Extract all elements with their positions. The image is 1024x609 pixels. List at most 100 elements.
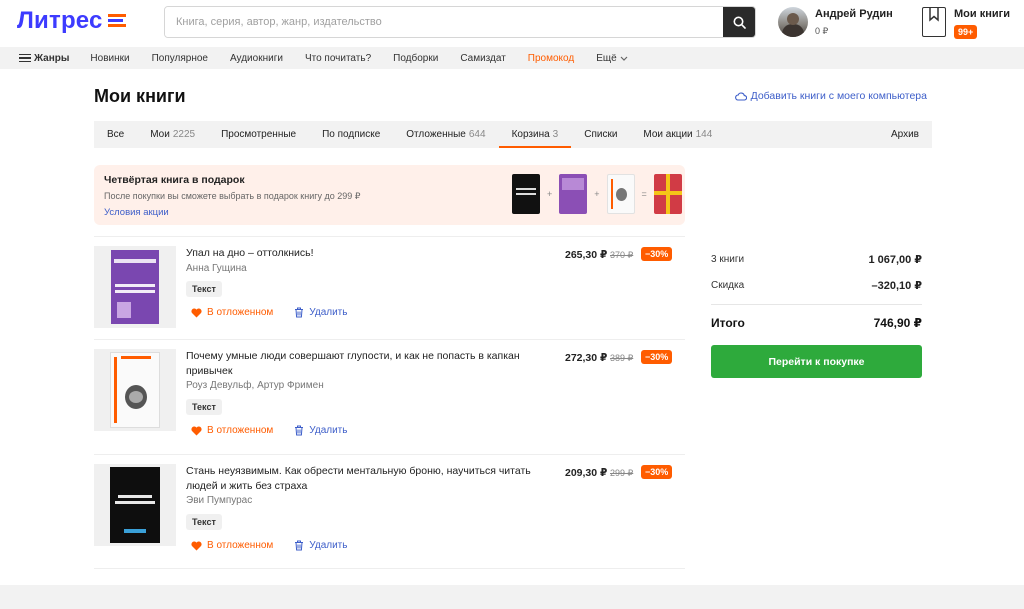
nav-item-new[interactable]: Новинки: [90, 53, 129, 64]
promo-book-cover: [606, 174, 635, 214]
format-tag: Текст: [186, 281, 222, 297]
tab-count: 3: [552, 129, 559, 140]
book-cover[interactable]: [94, 349, 176, 431]
book-cover-art: [111, 250, 159, 324]
book-cover-art: [110, 467, 160, 543]
nav-item-samizdat[interactable]: Самиздат: [460, 53, 505, 64]
tab-subscription[interactable]: По подписке: [309, 121, 393, 148]
litres-logo[interactable]: Литрес: [17, 9, 126, 33]
postponed-label: В отложенном: [207, 307, 274, 318]
tab-label: По подписке: [322, 129, 381, 140]
delete-label: Удалить: [309, 307, 348, 318]
plus-sign: +: [594, 189, 600, 199]
avatar[interactable]: [778, 7, 808, 37]
search-bar: [164, 6, 756, 38]
postponed-label: В отложенном: [207, 540, 274, 551]
menu-icon: [19, 53, 31, 63]
tabs-bar: Все Мои 2225 Просмотренные По подписке От…: [94, 121, 932, 148]
tab-count: 644: [468, 129, 486, 140]
format-tag: Текст: [186, 514, 222, 530]
cart-item: Стань неуязвимым. Как обрести ментальную…: [94, 464, 685, 569]
discount-badge: −30%: [641, 465, 673, 479]
summary-count-value: 1 067,00 ₽: [868, 253, 922, 266]
tab-cart[interactable]: Корзина 3: [498, 121, 572, 148]
checkout-button[interactable]: Перейти к покупке: [711, 345, 922, 378]
postponed-button[interactable]: В отложенном: [191, 540, 273, 551]
format-tag: Текст: [186, 399, 222, 415]
old-price: 370 ₽: [610, 250, 634, 260]
promo-title: Четвёртая книга в подарок: [104, 174, 245, 186]
item-actions: В отложенном Удалить: [191, 307, 347, 318]
book-cover[interactable]: [94, 464, 176, 546]
summary-total-row: Итого 746,90 ₽: [711, 310, 922, 336]
tab-viewed[interactable]: Просмотренные: [208, 121, 309, 148]
book-author[interactable]: Анна Гущина: [186, 263, 247, 274]
add-books-link[interactable]: Добавить книги с моего компьютера: [734, 90, 927, 102]
add-books-label: Добавить книги с моего компьютера: [750, 90, 927, 102]
cart-item: Почему умные люди совершают глупости, и …: [94, 349, 685, 455]
nav-genres[interactable]: Жанры: [19, 53, 69, 64]
heart-icon: [191, 540, 202, 550]
tab-archive[interactable]: Архив: [878, 121, 932, 148]
trash-icon: [295, 425, 304, 436]
tab-my-promotions[interactable]: Мои акции 144: [630, 121, 725, 148]
my-books-header-link[interactable]: Мои книги 99+: [922, 7, 1010, 40]
delete-button[interactable]: Удалить: [294, 540, 347, 551]
price: 272,30 ₽: [565, 352, 608, 364]
book-author[interactable]: Роуз Девульф, Артур Фримен: [186, 380, 324, 391]
summary-discount-label: Скидка: [711, 279, 745, 291]
item-actions: В отложенном Удалить: [191, 540, 347, 551]
divider: [94, 339, 685, 340]
trash-icon: [295, 307, 304, 318]
promo-terms-link[interactable]: Условия акции: [104, 207, 169, 218]
book-author[interactable]: Эви Пумпурас: [186, 495, 252, 506]
nav-item-what-to-read[interactable]: Что почитать?: [305, 53, 371, 64]
summary-discount-row: Скидка –320,10 ₽: [711, 272, 922, 298]
delete-button[interactable]: Удалить: [294, 307, 347, 318]
my-books-label: Мои книги: [954, 8, 1010, 20]
promo-books: + + =: [512, 174, 682, 214]
tab-mine[interactable]: Мои 2225: [137, 121, 208, 148]
search-input[interactable]: [165, 7, 723, 37]
delete-button[interactable]: Удалить: [294, 425, 347, 436]
promo-subtitle: После покупки вы сможете выбрать в подар…: [104, 191, 361, 201]
main-nav: Жанры Новинки Популярное Аудиокниги Что …: [0, 47, 1024, 69]
summary-total-value: 746,90 ₽: [873, 316, 922, 330]
book-title[interactable]: Почему умные люди совершают глупости, и …: [186, 349, 534, 379]
heart-icon: [191, 307, 202, 317]
logo-text: Литрес: [17, 7, 103, 34]
trash-icon: [295, 540, 304, 551]
tab-label: Списки: [584, 129, 618, 140]
discount-badge: −30%: [641, 350, 673, 364]
tab-postponed[interactable]: Отложенные 644: [393, 121, 498, 148]
delete-label: Удалить: [309, 540, 348, 551]
promo-book-cover: [512, 174, 540, 214]
tab-count: 2225: [172, 129, 196, 140]
cart-item: Упал на дно – оттолкнись! Анна Гущина Те…: [94, 246, 685, 340]
postponed-button[interactable]: В отложенном: [191, 307, 273, 318]
summary-discount-value: –320,10 ₽: [871, 279, 922, 292]
nav-item-audiobooks[interactable]: Аудиокниги: [230, 53, 283, 64]
promo-book-cover: [559, 174, 588, 214]
delete-label: Удалить: [309, 425, 348, 436]
book-title[interactable]: Упал на дно – оттолкнись!: [186, 246, 534, 261]
user-profile[interactable]: Андрей Рудин 0 ₽: [778, 7, 893, 37]
nav-more-label: Ещё: [596, 52, 617, 64]
header: Литрес Андрей Рудин 0 ₽ Мои книги 99+: [0, 0, 1024, 46]
nav-item-popular[interactable]: Популярное: [152, 53, 208, 64]
price: 209,30 ₽: [565, 467, 608, 479]
book-cover[interactable]: [94, 246, 176, 328]
gift-icon: [653, 174, 682, 214]
search-button[interactable]: [723, 7, 755, 37]
item-actions: В отложенном Удалить: [191, 425, 347, 436]
tab-all[interactable]: Все: [94, 121, 137, 148]
book-title[interactable]: Стань неуязвимым. Как обрести ментальную…: [186, 464, 534, 494]
nav-item-collections[interactable]: Подборки: [393, 53, 438, 64]
postponed-button[interactable]: В отложенном: [191, 425, 273, 436]
nav-item-more[interactable]: Ещё: [596, 52, 628, 64]
cloud-icon: [734, 91, 747, 101]
nav-item-promocode[interactable]: Промокод: [528, 53, 574, 64]
price: 265,30 ₽: [565, 249, 608, 261]
heart-icon: [191, 425, 202, 435]
tab-lists[interactable]: Списки: [571, 121, 630, 148]
